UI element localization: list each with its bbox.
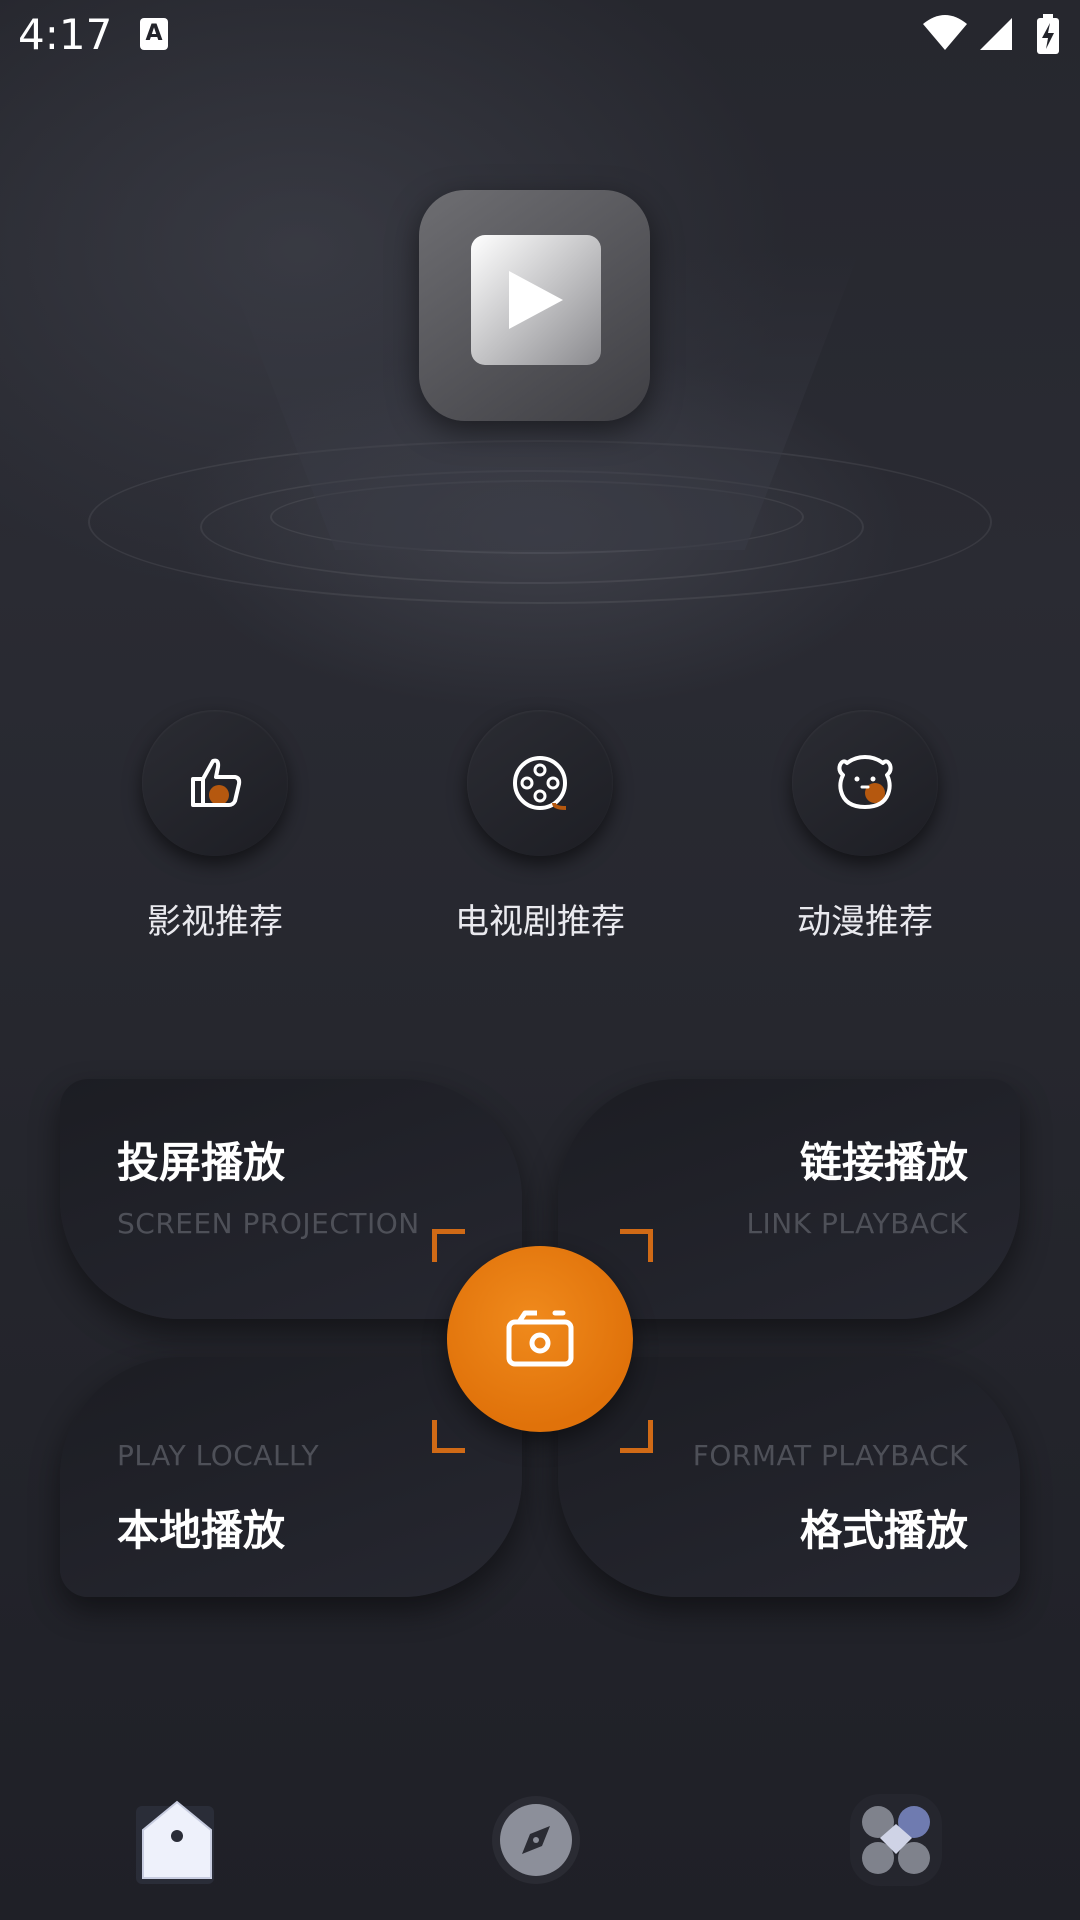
category-label: 电视剧推荐 <box>455 902 625 942</box>
card-title: 格式播放 <box>799 1506 968 1555</box>
card-title: 链接播放 <box>799 1138 968 1187</box>
card-subtitle: FORMAT PLAYBACK <box>692 1439 968 1472</box>
format-playback-card[interactable]: FORMAT PLAYBACK 格式播放 <box>558 1357 1020 1597</box>
nav-explore[interactable] <box>486 1790 586 1890</box>
category-button[interactable] <box>142 710 288 856</box>
thumbs-up-icon <box>191 758 242 807</box>
nav-more[interactable] <box>846 1790 946 1890</box>
home-icon <box>136 1800 214 1884</box>
scan-corner-bottom-right <box>620 1420 653 1453</box>
category-label: 影视推荐 <box>147 902 283 942</box>
compass-icon <box>492 1796 580 1884</box>
wifi-icon <box>923 15 967 50</box>
card-subtitle: LINK PLAYBACK <box>746 1207 968 1240</box>
cell-signal-icon <box>980 18 1012 50</box>
bear-face-icon <box>837 755 893 809</box>
logo-inner <box>471 235 601 365</box>
link-playback-card[interactable]: 链接播放 LINK PLAYBACK <box>558 1079 1020 1319</box>
card-title: 投屏播放 <box>117 1138 286 1187</box>
category-button[interactable] <box>467 710 613 856</box>
bottom-nav <box>0 1770 1080 1920</box>
category-tv-recommend[interactable]: 电视剧推荐 <box>430 710 650 943</box>
battery-charging-icon <box>1037 14 1059 54</box>
screen-projection-card[interactable]: 投屏播放 SCREEN PROJECTION <box>60 1079 522 1319</box>
card-subtitle: PLAY LOCALLY <box>117 1439 320 1472</box>
play-locally-card[interactable]: PLAY LOCALLY 本地播放 <box>60 1357 522 1597</box>
nav-home[interactable] <box>128 1790 228 1890</box>
a-icon: A <box>140 18 168 50</box>
scan-corner-bottom-left <box>432 1420 465 1453</box>
camera-icon <box>506 1310 574 1367</box>
category-anime-recommend[interactable]: 动漫推荐 <box>755 710 975 943</box>
category-button[interactable] <box>792 710 938 856</box>
film-reel-icon <box>513 756 567 810</box>
grid-apps-icon <box>850 1794 942 1886</box>
scan-corner-top-right <box>620 1229 653 1262</box>
play-icon <box>509 271 563 329</box>
app-logo <box>419 190 650 421</box>
card-subtitle: SCREEN PROJECTION <box>117 1207 420 1240</box>
scan-corner-top-left <box>432 1229 465 1262</box>
category-movie-recommend[interactable]: 影视推荐 <box>105 710 325 943</box>
camera-button[interactable] <box>447 1246 633 1432</box>
card-title: 本地播放 <box>117 1506 286 1555</box>
status-bar: 4:17 A <box>0 0 1080 72</box>
status-time: 4:17 <box>18 10 113 59</box>
category-label: 动漫推荐 <box>797 902 933 942</box>
